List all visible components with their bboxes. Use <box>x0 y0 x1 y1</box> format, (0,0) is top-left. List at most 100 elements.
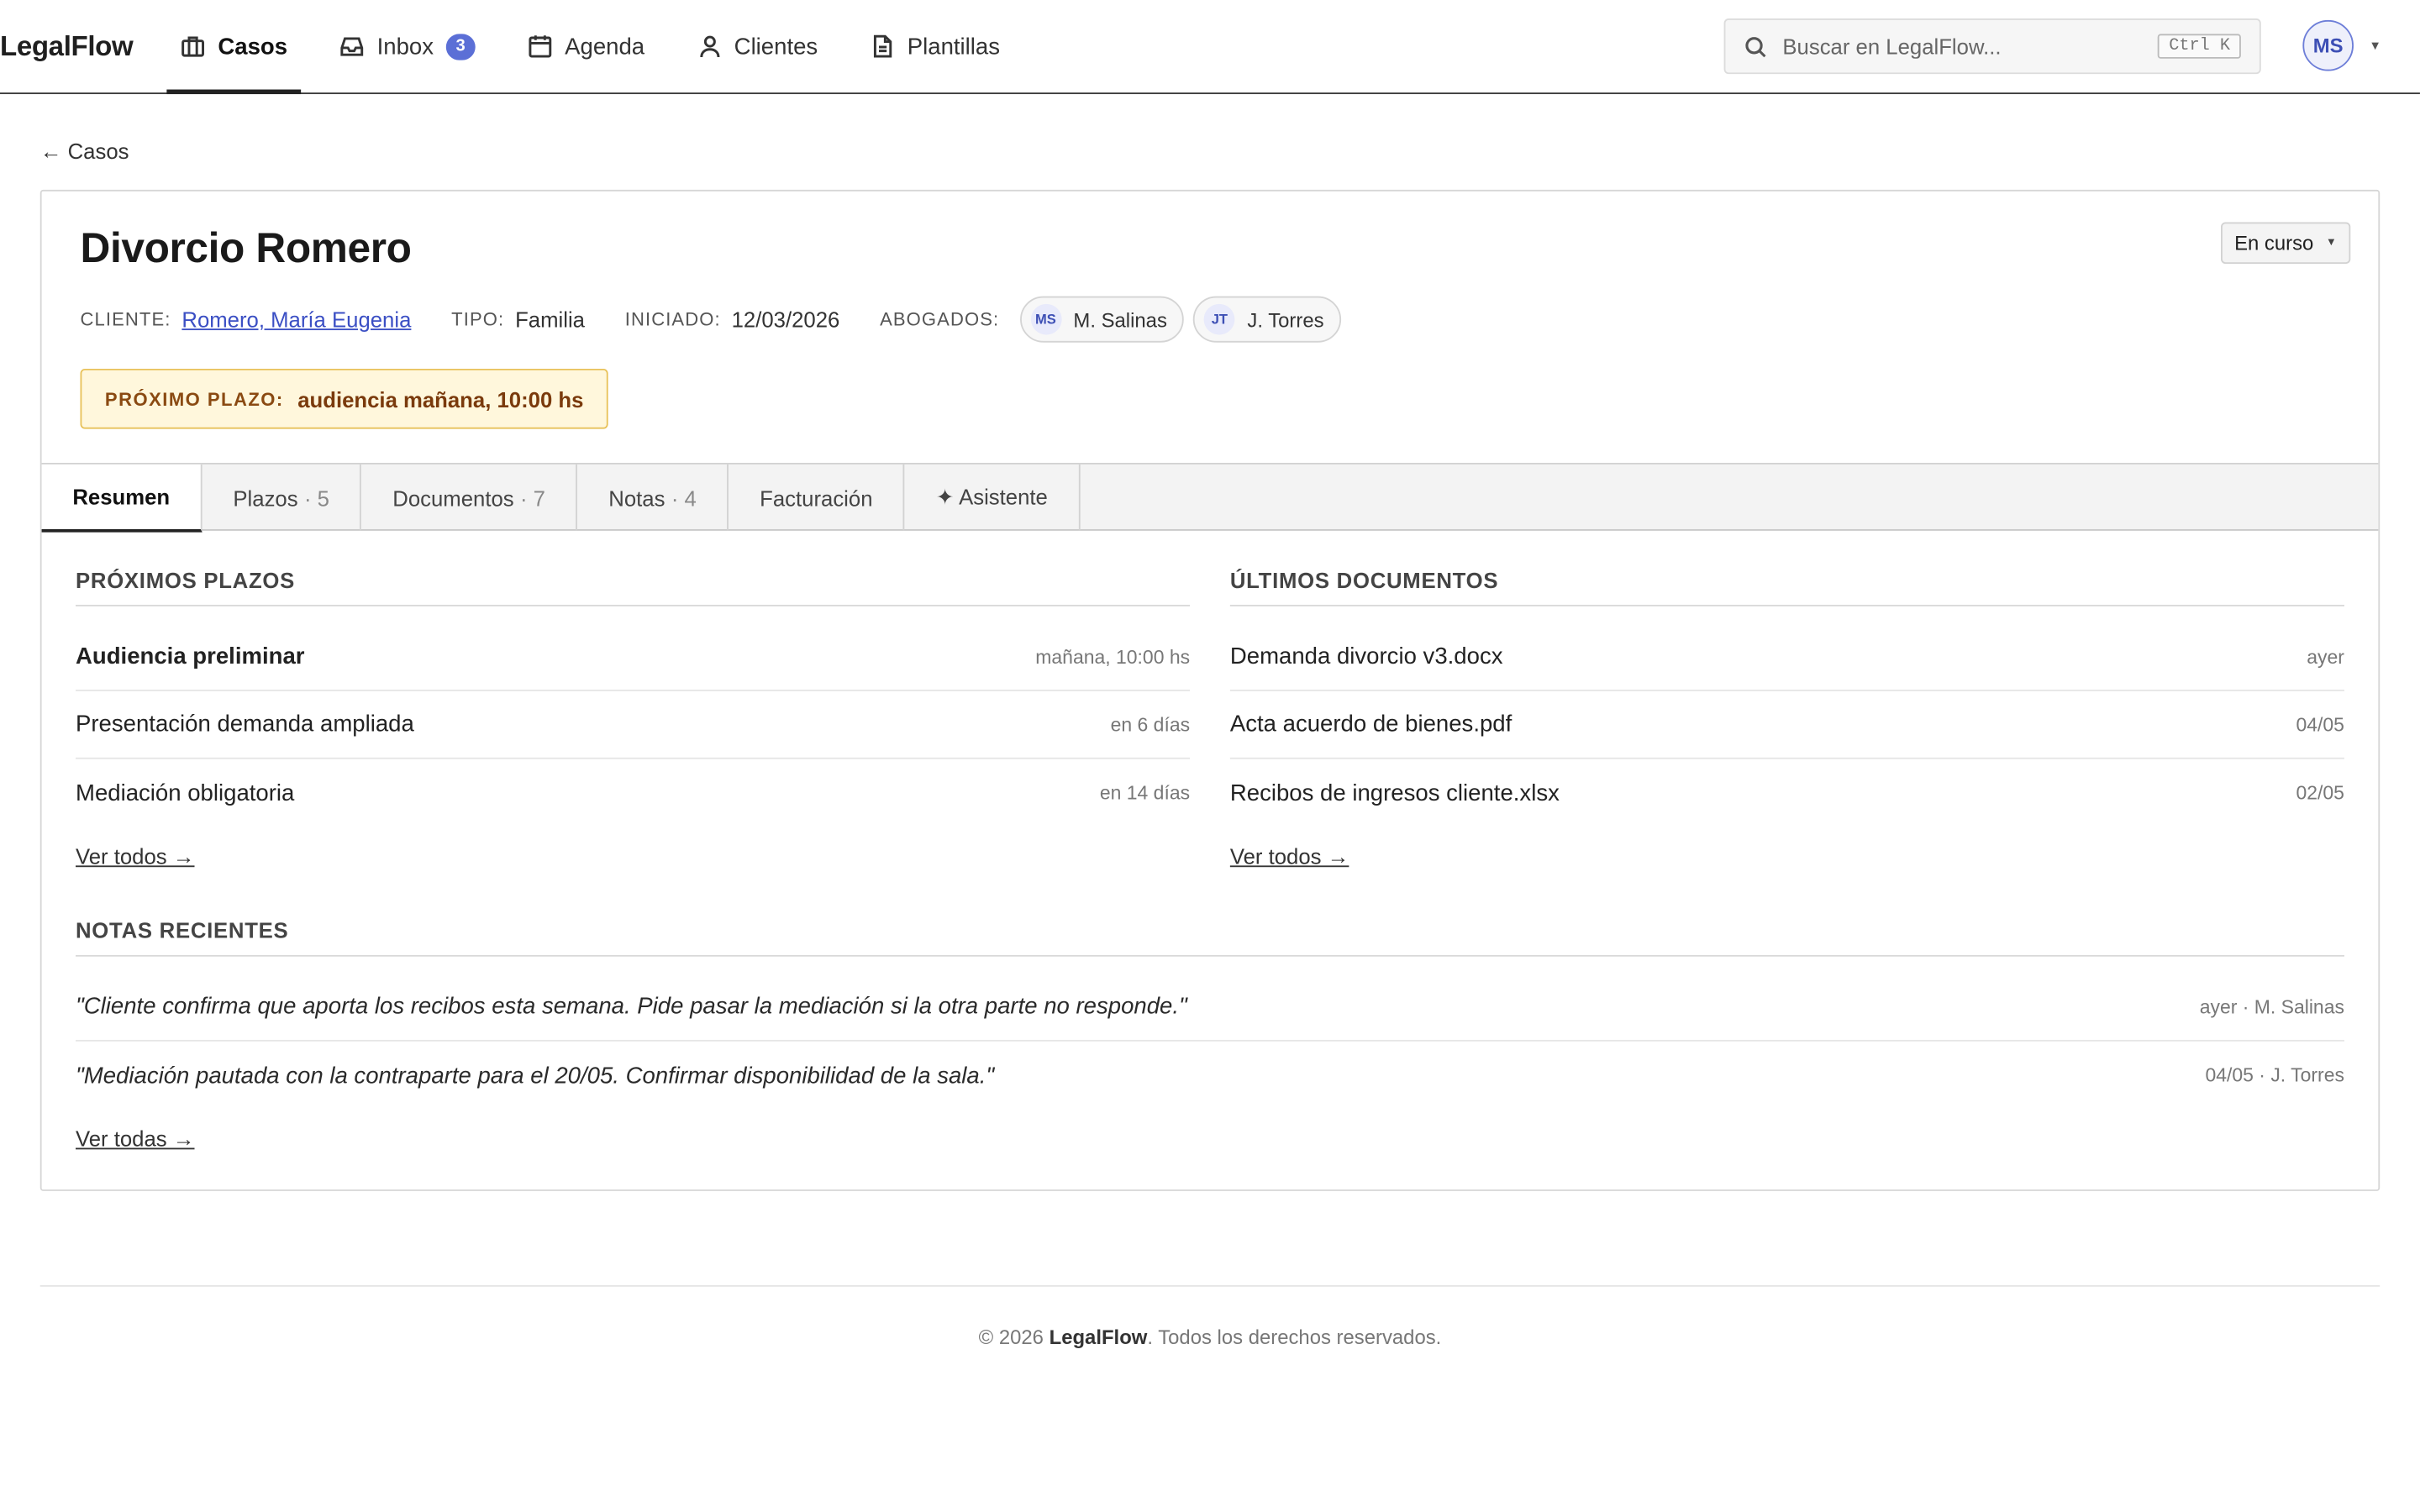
case-card: Divorcio Romero En curso ▼ CLIENTE: Rome… <box>39 189 2381 1191</box>
footer: © 2026 LegalFlow. Todos los derechos res… <box>0 1326 2420 1349</box>
tab-count: · 4 <box>671 485 697 511</box>
section-heading: NOTAS RECIENTES <box>75 918 2344 957</box>
calendar-icon <box>529 35 552 58</box>
footer-divider <box>39 1284 2381 1287</box>
view-all-deadlines-link[interactable]: Ver todos → <box>76 844 195 869</box>
item-when: en 6 días <box>1110 713 1191 736</box>
nav-item-inbox[interactable]: Inbox 3 <box>334 0 481 92</box>
user-icon <box>699 35 719 58</box>
note-text: "Mediación pautada con la contraparte pa… <box>75 1062 995 1089</box>
lawyer-chip[interactable]: JT J. Torres <box>1193 296 1341 343</box>
list-item[interactable]: Recibos de ingresos cliente.xlsx 02/05 <box>1230 759 2344 827</box>
meta-value: Familia <box>515 307 585 332</box>
next-deadline-label: PRÓXIMO PLAZO: <box>104 387 284 410</box>
brand-logo[interactable]: LegalFlow <box>0 0 134 92</box>
avatar[interactable]: MS <box>2302 19 2354 71</box>
note-meta: ayer · M. Salinas <box>2199 995 2344 1018</box>
item-title: Acta acuerdo de bienes.pdf <box>1229 711 1512 738</box>
view-all-notes-link[interactable]: Ver todas → <box>76 1126 195 1151</box>
nav-item-label: Agenda <box>565 33 645 60</box>
client-link[interactable]: Romero, María Eugenia <box>182 307 411 332</box>
section-heading: ÚLTIMOS DOCUMENTOS <box>1229 568 2344 606</box>
list-item[interactable]: Acta acuerdo de bienes.pdf 04/05 <box>1229 691 2344 759</box>
item-when: en 14 días <box>1099 782 1191 804</box>
nav-item-label: Inbox <box>376 33 434 60</box>
tab-resumen[interactable]: Resumen <box>41 464 203 533</box>
latest-documents-section: ÚLTIMOS DOCUMENTOS Demanda divorcio v3.d… <box>1229 568 2344 875</box>
meta-started: INICIADO: 12/03/2026 <box>625 307 840 332</box>
nav-item-casos[interactable]: Casos <box>166 0 302 95</box>
inbox-count-badge: 3 <box>445 33 476 60</box>
tab-documentos[interactable]: Documentos · 7 <box>362 464 578 531</box>
item-title: Demanda divorcio v3.docx <box>1229 643 1503 670</box>
case-meta: CLIENTE: Romero, María Eugenia TIPO: Fam… <box>81 296 1381 343</box>
status-value: En curso <box>2234 231 2314 255</box>
meta-label: INICIADO: <box>624 308 721 331</box>
tab-plazos[interactable]: Plazos · 5 <box>203 464 362 531</box>
item-when: ayer <box>2307 645 2344 668</box>
user-menu[interactable]: MS ▼ <box>2302 19 2381 71</box>
avatar: MS <box>1029 303 1061 335</box>
tab-label: Notas <box>608 485 666 511</box>
lawyer-chip[interactable]: MS M. Salinas <box>1019 296 1185 343</box>
tab-label: Documentos <box>392 485 514 511</box>
page-title: Divorcio Romero <box>80 225 412 272</box>
upcoming-deadlines-section: PRÓXIMOS PLAZOS Audiencia preliminar mañ… <box>75 568 1191 875</box>
inbox-icon <box>340 37 364 56</box>
item-title: Mediación obligatoria <box>75 780 295 806</box>
next-deadline-value: audiencia mañana, 10:00 hs <box>297 386 584 412</box>
item-title: Audiencia preliminar <box>75 643 305 670</box>
tab-count: · 7 <box>519 485 545 511</box>
search-input[interactable] <box>1782 34 2144 59</box>
chevron-down-icon: ▼ <box>2326 237 2337 249</box>
nav-item-agenda[interactable]: Agenda <box>522 0 651 92</box>
page: LegalFlow Casos Inbox 3 Agenda Clientes <box>0 0 2420 1389</box>
note-text: "Cliente confirma que aporta los recibos… <box>75 993 1187 1021</box>
footer-prefix: © 2026 <box>978 1325 1050 1349</box>
item-when: mañana, 10:00 hs <box>1035 645 1191 668</box>
item-when: 02/05 <box>2296 782 2344 804</box>
list-item[interactable]: Mediación obligatoria en 14 días <box>76 759 1190 827</box>
nav-item-label: Casos <box>218 33 288 60</box>
meta-label: TIPO: <box>451 308 505 331</box>
main-nav: Casos Inbox 3 Agenda Clientes Plantillas <box>155 0 1026 95</box>
tab-facturacion[interactable]: Facturación <box>729 464 906 531</box>
note-item[interactable]: "Mediación pautada con la contraparte pa… <box>76 1042 2344 1110</box>
tab-label: Plazos <box>233 485 298 511</box>
meta-client: CLIENTE: Romero, María Eugenia <box>81 307 412 332</box>
briefcase-icon <box>182 36 205 57</box>
nav-item-clientes[interactable]: Clientes <box>691 0 823 92</box>
search-shortcut-hint: Ctrl K <box>2158 34 2241 59</box>
tab-asistente[interactable]: ✦ Asistente <box>905 464 1081 531</box>
back-to-cases-link[interactable]: ← Casos <box>40 139 129 163</box>
nav-item-label: Clientes <box>734 33 818 60</box>
global-search[interactable]: Ctrl K <box>1723 18 2261 75</box>
meta-label: CLIENTE: <box>80 308 171 331</box>
note-item[interactable]: "Cliente confirma que aporta los recibos… <box>75 974 2344 1042</box>
search-icon <box>1745 36 1766 57</box>
tab-label: Facturación <box>760 485 873 511</box>
chevron-down-icon: ▼ <box>2369 38 2381 53</box>
item-title: Recibos de ingresos cliente.xlsx <box>1229 780 1560 806</box>
note-meta: 04/05 · J. Torres <box>2205 1064 2344 1087</box>
tab-notas[interactable]: Notas · 4 <box>578 464 729 531</box>
status-dropdown[interactable]: En curso ▼ <box>2220 222 2351 265</box>
next-deadline-banner: PRÓXIMO PLAZO: audiencia mañana, 10:00 h… <box>80 368 608 429</box>
list-item[interactable]: Audiencia preliminar mañana, 10:00 hs <box>75 623 1191 691</box>
view-all-documents-link[interactable]: Ver todos → <box>1230 844 1349 869</box>
section-heading: PRÓXIMOS PLAZOS <box>75 568 1191 606</box>
list-item[interactable]: Demanda divorcio v3.docx ayer <box>1229 623 2344 691</box>
tab-count: · 5 <box>303 485 329 511</box>
meta-type: TIPO: Familia <box>451 307 585 332</box>
item-title: Presentación demanda ampliada <box>75 711 414 738</box>
list-item[interactable]: Presentación demanda ampliada en 6 días <box>75 691 1191 759</box>
tab-label: Resumen <box>72 484 171 510</box>
meta-lawyers: ABOGADOS: MS M. Salinas JT J. Torres <box>880 296 1341 343</box>
meta-value: 12/03/2026 <box>731 307 840 332</box>
top-bar: LegalFlow Casos Inbox 3 Agenda Clientes <box>0 0 2420 95</box>
recent-notes-section: NOTAS RECIENTES "Cliente confirma que ap… <box>75 918 2344 1158</box>
nav-item-plantillas[interactable]: Plantillas <box>864 0 1006 92</box>
avatar: JT <box>1203 303 1235 335</box>
lawyer-name: M. Salinas <box>1073 307 1167 331</box>
footer-brand: LegalFlow <box>1049 1325 1148 1349</box>
